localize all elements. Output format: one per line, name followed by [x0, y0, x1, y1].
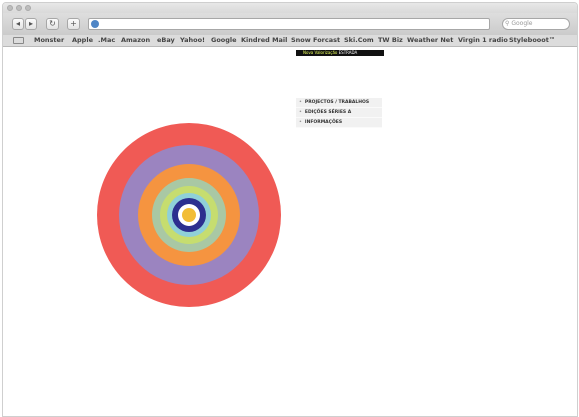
forward-arrow-icon: ▸	[28, 19, 33, 28]
bookmark-amazon[interactable]: Amazon	[121, 36, 150, 45]
search-field[interactable]: ⚲ Google	[502, 18, 570, 30]
menu-item-informacoes[interactable]: • INFORMAÇÕES	[296, 118, 382, 128]
back-arrow-icon: ◂	[15, 19, 20, 28]
reload-icon: ↻	[49, 19, 56, 28]
promo-banner[interactable]: Nova Valorização ESTRADA	[296, 50, 384, 56]
browser-toolbar: ◂ ▸ ↻ + ⚲ Google	[3, 13, 577, 35]
address-bar[interactable]	[88, 18, 490, 30]
bookmark-ebay[interactable]: eBay	[157, 36, 175, 45]
site-menu: • PROJECTOS / TRABALHOS • EDIÇÕES SÉRIES A…	[296, 98, 382, 128]
bookmark-ski-com[interactable]: Ski.Com	[344, 36, 374, 45]
bookmark-google[interactable]: Google	[211, 36, 237, 45]
bullet-icon: •	[299, 100, 302, 105]
bookmark-stylebooot[interactable]: Stylebooot™	[509, 36, 555, 45]
menu-item-label: PROJECTOS / TRABALHOS	[304, 100, 370, 105]
forward-button[interactable]: ▸	[25, 18, 37, 30]
bookmark-kindred-mail[interactable]: Kindred Mail	[241, 36, 287, 45]
minimize-window-icon[interactable]	[16, 5, 22, 11]
concentric-rings-graphic	[97, 123, 281, 307]
bookmarks-bar: Monster Apple .Mac Amazon eBay Yahoo! Go…	[3, 35, 577, 47]
site-globe-icon	[91, 20, 99, 28]
promo-text: Nova Valorização	[303, 50, 338, 55]
bullet-icon: •	[299, 110, 302, 115]
reload-button[interactable]: ↻	[46, 18, 59, 30]
page-content: Nova Valorização ESTRADA • PROJECTOS / TR…	[3, 47, 577, 416]
plus-icon: +	[70, 19, 77, 28]
bookmark-monster[interactable]: Monster	[34, 36, 64, 45]
title-bar	[3, 3, 577, 13]
browser-window: ◂ ▸ ↻ + ⚲ Google Monster Apple .Mac Amaz…	[2, 2, 578, 417]
bookmark-yahoo[interactable]: Yahoo!	[180, 36, 205, 45]
bookmark-virgin-radio[interactable]: Virgin 1 radio	[458, 36, 508, 45]
menu-item-label: EDIÇÕES SÉRIES A	[304, 110, 352, 115]
bookmark-mac[interactable]: .Mac	[98, 36, 115, 45]
bookmarks-book-icon[interactable]	[13, 37, 24, 44]
add-bookmark-button[interactable]: +	[67, 18, 80, 30]
bookmark-weather-net[interactable]: Weather Net	[407, 36, 453, 45]
close-window-icon[interactable]	[7, 5, 13, 11]
promo-highlight: ESTRADA	[338, 50, 358, 55]
zoom-window-icon[interactable]	[25, 5, 31, 11]
menu-item-label: INFORMAÇÕES	[304, 120, 343, 125]
bullet-icon: •	[299, 120, 302, 125]
search-placeholder: Google	[511, 20, 533, 27]
menu-item-edicoes[interactable]: • EDIÇÕES SÉRIES A	[296, 108, 382, 118]
bookmark-apple[interactable]: Apple	[72, 36, 93, 45]
bookmark-snow-forcast[interactable]: Snow Forcast	[291, 36, 340, 45]
bookmark-tw-biz[interactable]: TW Biz	[378, 36, 403, 45]
menu-item-projectos[interactable]: • PROJECTOS / TRABALHOS	[296, 98, 382, 108]
search-icon: ⚲	[505, 20, 510, 27]
ring-center-yellow	[182, 208, 196, 222]
back-button[interactable]: ◂	[12, 18, 24, 30]
